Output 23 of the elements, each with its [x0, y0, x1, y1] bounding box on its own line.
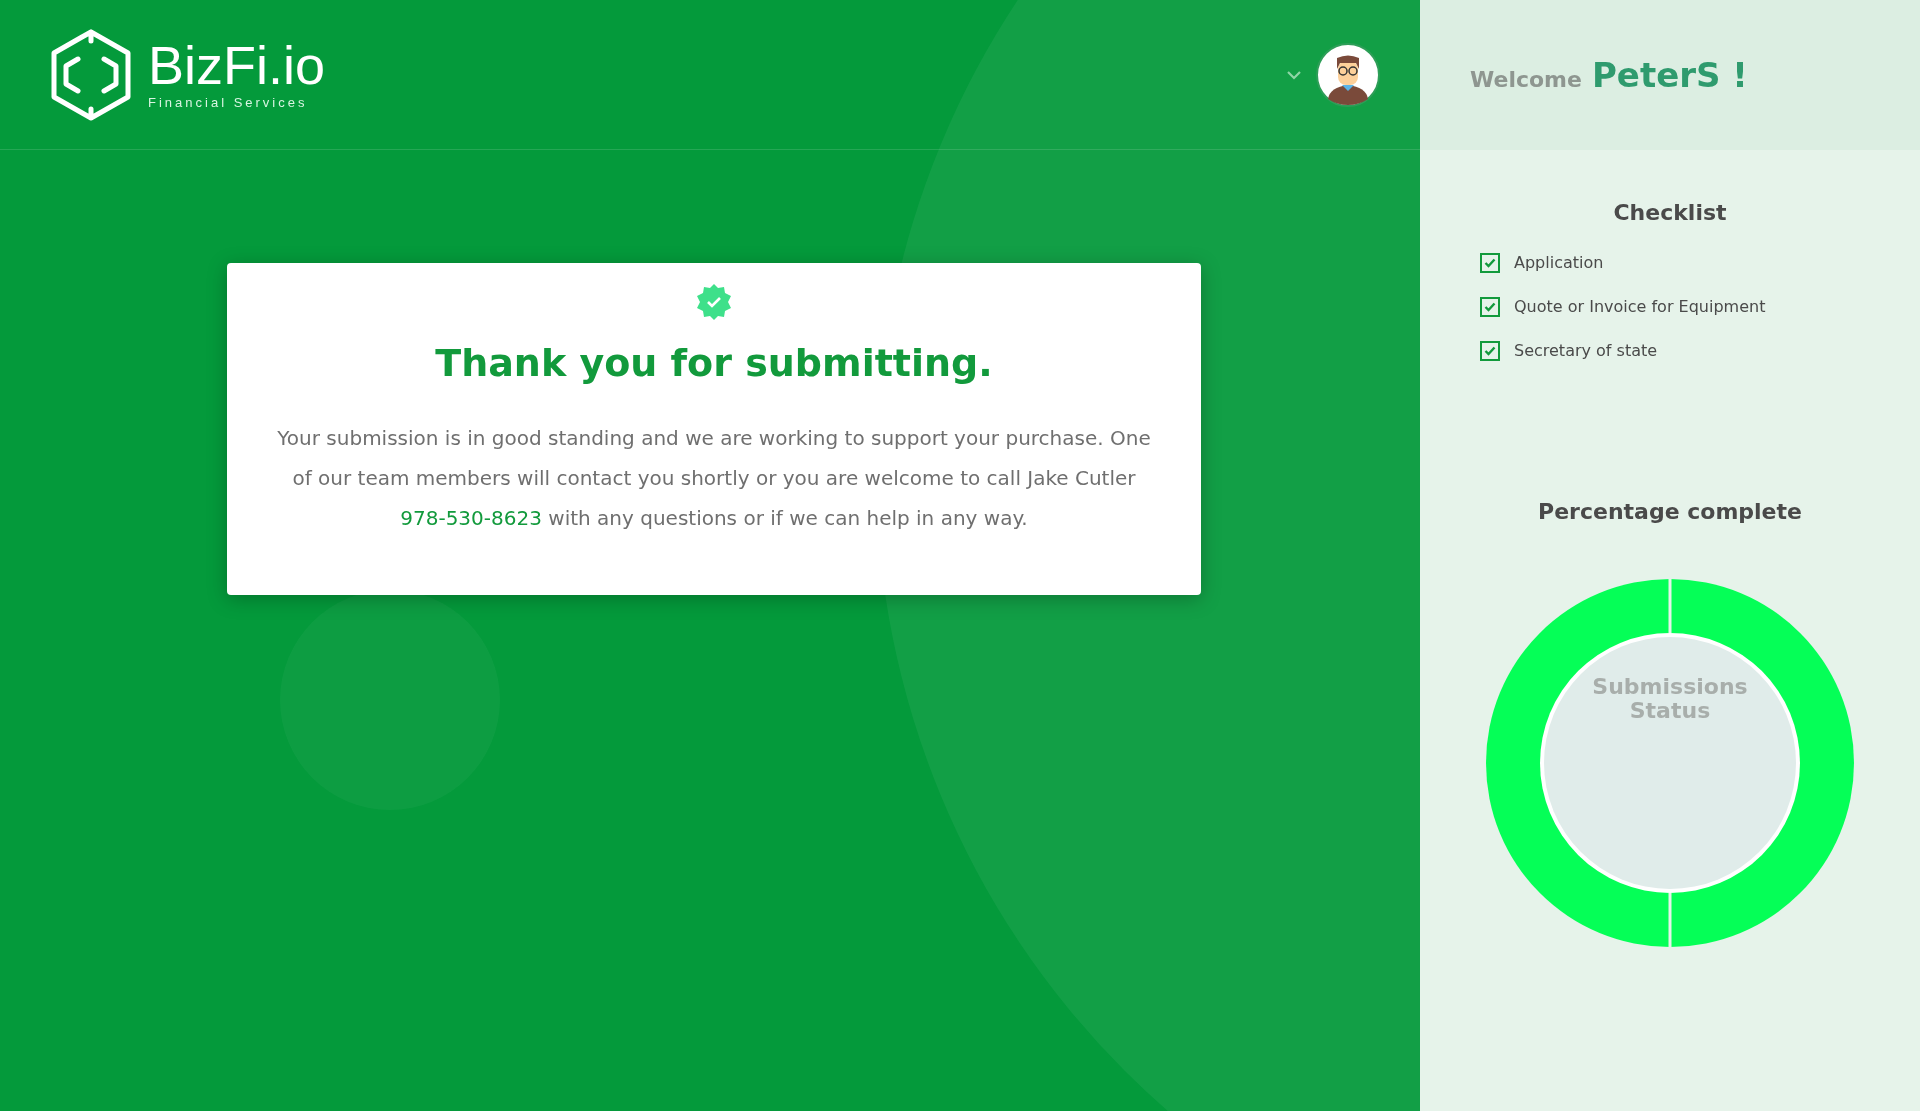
- avatar-icon[interactable]: [1316, 42, 1380, 107]
- hexagon-logo-icon: [50, 28, 132, 121]
- confirmation-message: Your submission is in good standing and we are working to support your purchase. One of our team members will contact you shortly or you are welcome to call Jake Cutler 978-530-8623 with any questions or if we can help in any way.: [277, 425, 1151, 532]
- brand-name: BizFi.io: [148, 36, 326, 93]
- checklist-item-label: Quote or Invoice for Equipment: [1514, 296, 1766, 318]
- donut-center-label: Submissions Status: [1591, 675, 1749, 723]
- checklist-title: Checklist: [1613, 199, 1727, 227]
- checkbox[interactable]: [1480, 253, 1500, 273]
- check-mark-icon: [1484, 345, 1496, 357]
- chevron-down-icon[interactable]: [1286, 69, 1302, 80]
- checkbox[interactable]: [1480, 297, 1500, 317]
- check-mark-icon: [1484, 301, 1496, 313]
- verified-badge-icon: [695, 283, 733, 321]
- phone-link[interactable]: 978-530-8623: [400, 506, 542, 530]
- checklist-item-label: Application: [1514, 252, 1604, 274]
- percentage-title: Percentage complete: [1538, 498, 1802, 526]
- user-name: PeterS !: [1591, 53, 1748, 97]
- thank-you-title: Thank you for submitting.: [435, 340, 993, 387]
- brand-tagline: Financial Services: [148, 93, 309, 112]
- checkbox[interactable]: [1480, 341, 1500, 361]
- check-mark-icon: [1484, 257, 1496, 269]
- checklist-item-label: Secretary of state: [1514, 340, 1658, 362]
- welcome-label: Welcome: [1470, 65, 1582, 94]
